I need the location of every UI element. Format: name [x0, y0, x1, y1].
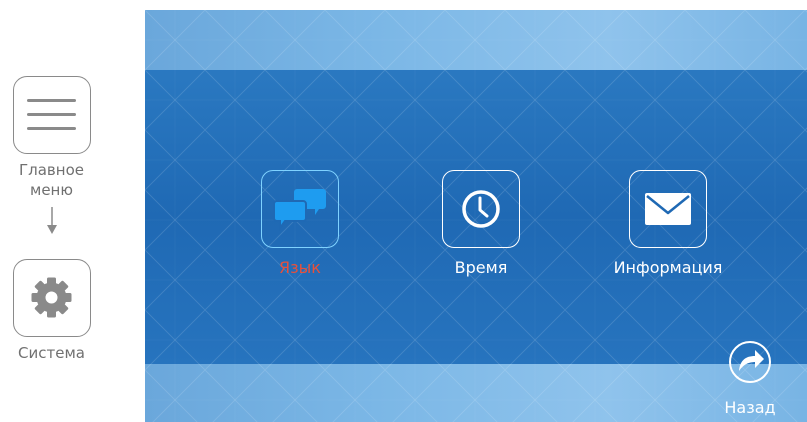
forward-arrow-icon [739, 350, 764, 371]
system-label: Система [18, 344, 85, 362]
information-tile[interactable] [629, 170, 707, 248]
language-label: Язык [279, 258, 321, 277]
system-button[interactable] [13, 259, 91, 337]
main-menu-label: Главное меню [19, 161, 84, 199]
time-tile[interactable] [442, 170, 520, 248]
back-button[interactable] [728, 338, 784, 394]
down-arrow-icon [47, 207, 57, 234]
gear-icon [31, 277, 72, 318]
menu-item-information[interactable]: Информация [583, 170, 753, 278]
language-tile[interactable] [261, 170, 339, 248]
settings-screen: Язык Время Информация Назад [145, 10, 807, 422]
menu-item-time[interactable]: Время [396, 170, 566, 278]
main-menu-button[interactable] [13, 76, 91, 154]
hamburger-menu-icon [27, 99, 76, 130]
time-label: Время [454, 258, 508, 277]
menu-item-language[interactable]: Язык [215, 170, 385, 278]
back-label[interactable]: Назад [720, 398, 780, 418]
envelope-icon [645, 193, 691, 225]
information-label: Информация [613, 258, 723, 277]
chat-bubbles-icon [273, 189, 326, 232]
clock-icon [462, 190, 500, 228]
